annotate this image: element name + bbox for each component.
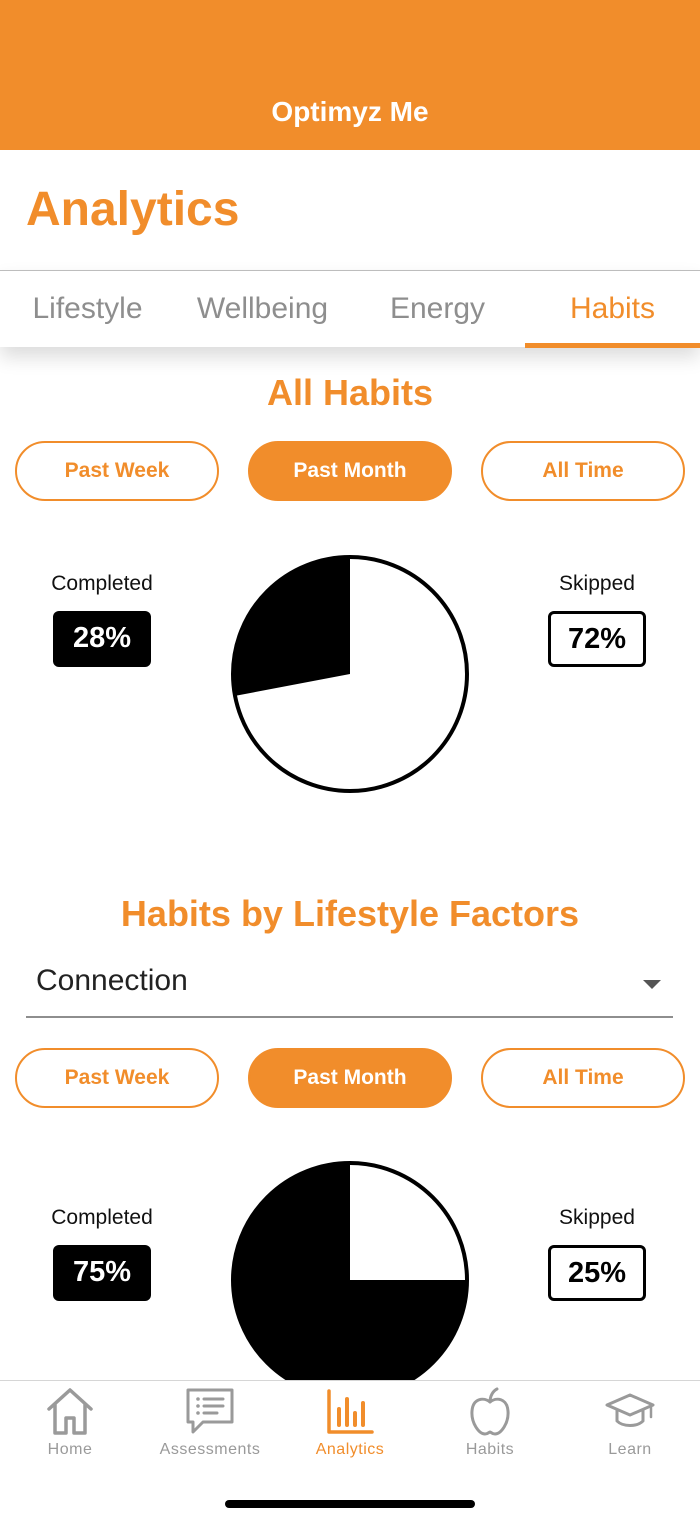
analytics-icon [327,1389,374,1434]
lifestyle-past-month-button[interactable]: Past Month [248,1048,452,1108]
lifestyle-completed-value: 75% [53,1245,151,1301]
graduation-cap-icon [605,1393,655,1427]
all-habits-completed-value: 28% [53,611,151,667]
nav-home[interactable]: Home [0,1381,140,1471]
lifestyle-factor-dropdown[interactable]: Connection [26,952,673,1018]
nav-analytics[interactable]: Analytics [280,1381,420,1471]
nav-habits[interactable]: Habits [420,1381,560,1471]
bottom-navigation: Home Assessments Analytics Habits Learn [0,1380,700,1521]
nav-analytics-label: Analytics [315,1441,385,1458]
app-title: Optimyz Me [271,96,429,127]
pie-completed-slice [232,557,350,696]
all-habits-all-time-button[interactable]: All Time [481,441,685,501]
all-habits-past-month-button[interactable]: Past Month [248,441,452,501]
lifestyle-skipped-value: 25% [548,1245,646,1301]
tab-energy[interactable]: Energy [350,271,525,348]
page-title: Analytics [26,183,240,236]
nav-assessments[interactable]: Assessments [140,1381,280,1471]
app-header: Optimyz Me [0,0,700,150]
tab-wellbeing[interactable]: Wellbeing [175,271,350,348]
nav-habits-label: Habits [465,1441,515,1458]
lifestyle-all-time-button[interactable]: All Time [481,1048,685,1108]
lifestyle-completed-label: Completed [51,1206,153,1229]
lifestyle-factors-title: Habits by Lifestyle Factors [120,893,580,934]
home-icon [47,1388,93,1435]
all-habits-pie-chart [231,555,469,793]
dropdown-arrow-icon [643,980,661,989]
analytics-tabs: Lifestyle Wellbeing Energy Habits [0,270,700,348]
all-habits-skipped-label: Skipped [559,572,635,595]
tab-habits[interactable]: Habits [525,271,700,348]
apple-icon [470,1387,510,1436]
tab-lifestyle[interactable]: Lifestyle [0,271,175,348]
lifestyle-skipped-label: Skipped [559,1206,635,1229]
nav-home-label: Home [47,1441,93,1458]
lifestyle-factor-selected: Connection [36,964,188,997]
all-habits-past-week-button[interactable]: Past Week [15,441,219,501]
nav-assessments-label: Assessments [159,1441,261,1458]
assessments-icon [186,1388,234,1434]
lifestyle-past-week-button[interactable]: Past Week [15,1048,219,1108]
all-habits-title: All Habits [266,372,434,413]
nav-learn-label: Learn [608,1441,652,1458]
all-habits-completed-label: Completed [51,572,153,595]
lifestyle-pie-chart [231,1161,469,1399]
nav-learn[interactable]: Learn [560,1381,700,1471]
home-indicator [225,1500,475,1508]
active-tab-indicator [525,343,700,348]
all-habits-skipped-value: 72% [548,611,646,667]
